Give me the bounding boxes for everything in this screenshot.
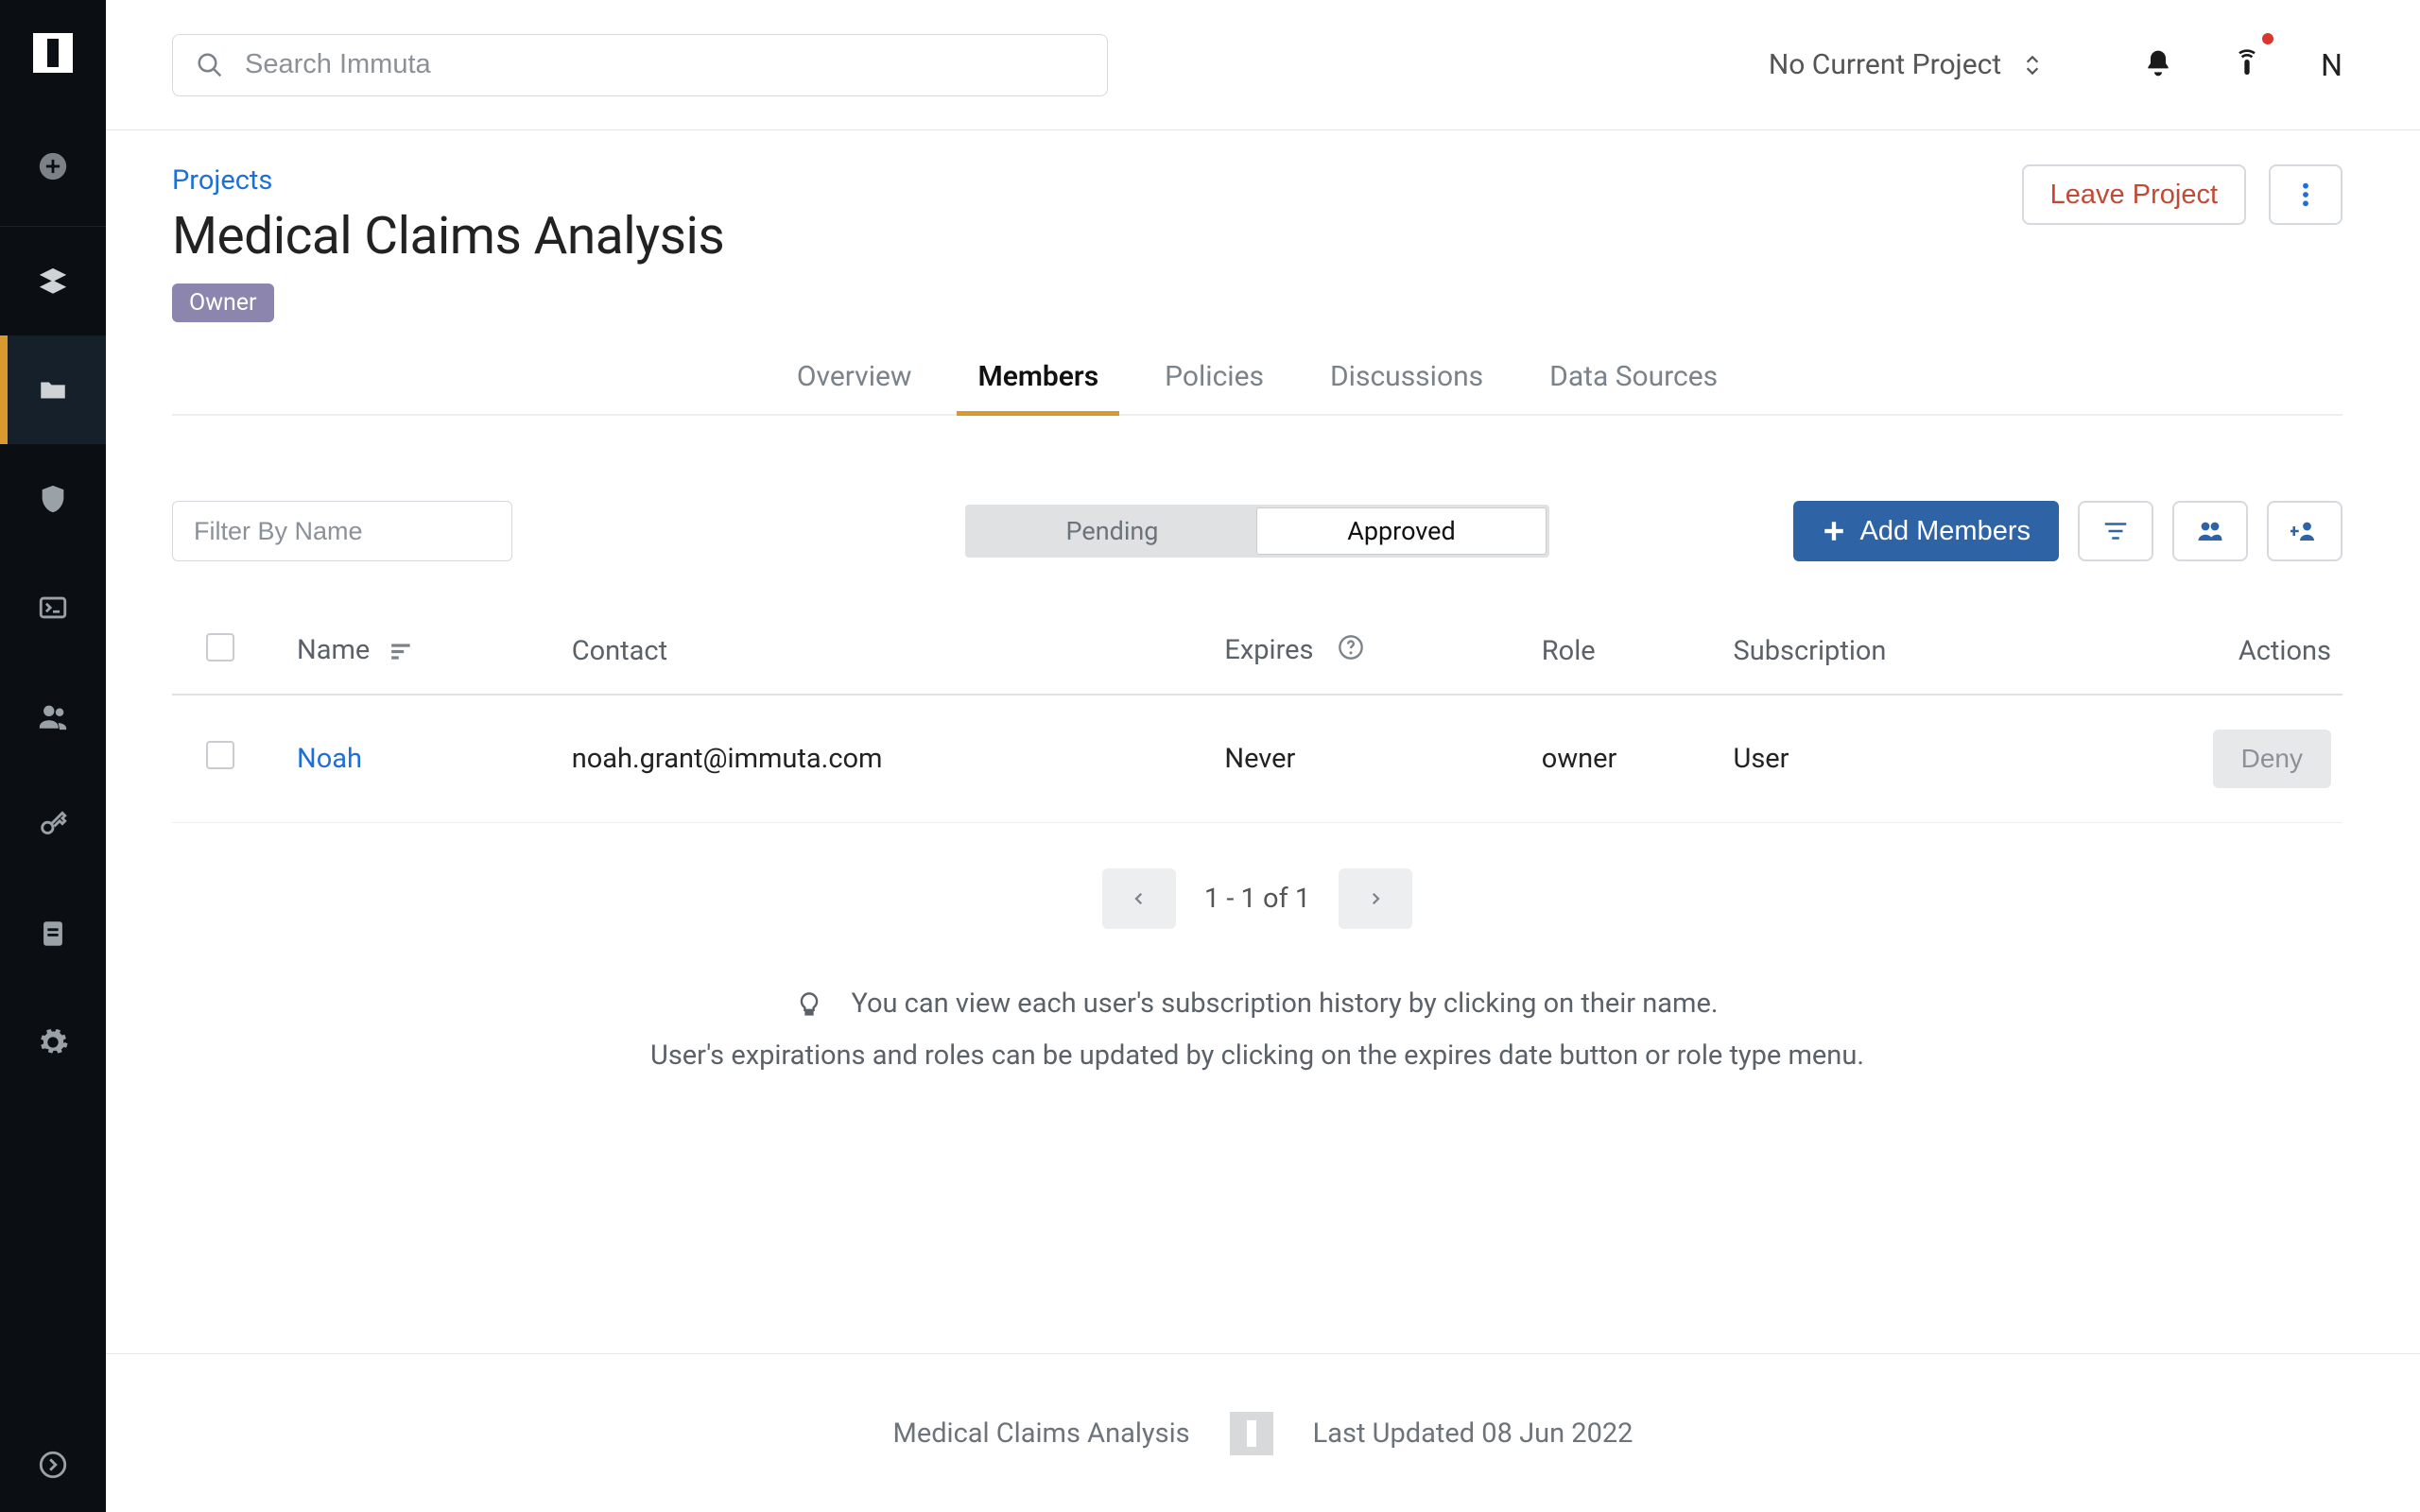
- sidebar-item-people[interactable]: [0, 662, 106, 770]
- table-row: Noah noah.grant@immuta.com Never owner U…: [172, 695, 2342, 823]
- col-role[interactable]: Role: [1542, 635, 1596, 667]
- segment-pending[interactable]: Pending: [968, 507, 1256, 555]
- sidebar-item-console[interactable]: [0, 553, 106, 662]
- terminal-icon: [37, 592, 69, 624]
- folder-icon: [37, 374, 69, 406]
- app-logo[interactable]: [0, 0, 106, 106]
- tab-members[interactable]: Members: [974, 360, 1102, 414]
- breadcrumb-projects[interactable]: Projects: [172, 164, 272, 197]
- col-name[interactable]: Name: [297, 634, 370, 666]
- sidebar-add[interactable]: [0, 106, 106, 227]
- groups-button[interactable]: [2172, 501, 2248, 561]
- tab-discussions[interactable]: Discussions: [1326, 360, 1487, 414]
- chevron-right-icon: [1367, 890, 1384, 907]
- sidebar-item-projects[interactable]: [0, 335, 106, 444]
- notifications-button[interactable]: [2143, 48, 2173, 82]
- unfold-icon: [2020, 53, 2045, 77]
- plus-circle-icon: [37, 150, 69, 182]
- deny-button: Deny: [2213, 730, 2331, 788]
- beacon-icon: [2232, 48, 2262, 78]
- sidebar-item-keys[interactable]: [0, 770, 106, 879]
- col-contact[interactable]: Contact: [572, 635, 667, 667]
- shield-icon: [37, 483, 69, 515]
- sidebar-item-settings[interactable]: [0, 988, 106, 1096]
- tab-data-sources[interactable]: Data Sources: [1546, 360, 1721, 414]
- user-avatar[interactable]: N: [2321, 47, 2342, 83]
- search-input[interactable]: [245, 49, 1084, 80]
- col-expires[interactable]: Expires: [1224, 634, 1313, 666]
- footer-logo: [1230, 1412, 1273, 1455]
- sidebar-item-reports[interactable]: [0, 879, 106, 988]
- row-checkbox[interactable]: [206, 741, 234, 769]
- hint-text: You can view each user's subscription hi…: [172, 978, 2342, 1082]
- search-icon: [196, 51, 224, 79]
- document-icon: [37, 918, 69, 950]
- topbar: No Current Project N: [106, 0, 2420, 130]
- global-search[interactable]: [172, 34, 1108, 96]
- help-beacon-button[interactable]: [2232, 48, 2262, 82]
- leave-project-button[interactable]: Leave Project: [2022, 164, 2246, 225]
- sidebar-item-data[interactable]: [0, 227, 106, 335]
- col-subscription[interactable]: Subscription: [1734, 635, 1887, 667]
- notification-dot: [2262, 33, 2273, 44]
- gear-icon: [37, 1026, 69, 1058]
- add-members-label: Add Members: [1859, 516, 2031, 547]
- more-actions-button[interactable]: [2269, 164, 2342, 225]
- kebab-icon: [2302, 181, 2309, 208]
- sidebar-item-policies[interactable]: [0, 444, 106, 553]
- people-icon: [37, 700, 69, 732]
- people-icon: [2196, 517, 2224, 545]
- member-name-link[interactable]: Noah: [297, 743, 362, 775]
- page-title: Medical Claims Analysis: [172, 206, 2022, 266]
- role-badge: Owner: [172, 284, 274, 322]
- members-table: Name Contact Expires Role Subscription: [106, 561, 2420, 1082]
- filter-icon: [2101, 517, 2130, 545]
- left-sidebar: [0, 0, 106, 1512]
- main-content: No Current Project N Projects Medical Cl…: [106, 0, 2420, 1512]
- filter-by-name-input[interactable]: [172, 501, 512, 561]
- segment-approved[interactable]: Approved: [1256, 507, 1547, 555]
- member-contact: noah.grant@immuta.com: [572, 743, 883, 775]
- footer-updated: Last Updated 08 Jun 2022: [1313, 1418, 1634, 1450]
- page-header: Projects Medical Claims Analysis Owner L…: [106, 130, 2420, 416]
- chevron-left-icon: [1131, 890, 1148, 907]
- select-all-checkbox[interactable]: [206, 633, 234, 662]
- page-prev[interactable]: [1102, 868, 1176, 929]
- arrow-circle-icon: [37, 1449, 69, 1481]
- plus-icon: [1822, 519, 1846, 543]
- pagination: 1 - 1 of 1: [172, 868, 2342, 929]
- filter-button[interactable]: [2078, 501, 2153, 561]
- help-icon[interactable]: [1338, 634, 1364, 668]
- sort-icon: [389, 636, 414, 668]
- project-tabs: Overview Members Policies Discussions Da…: [172, 360, 2342, 416]
- page-next[interactable]: [1339, 868, 1412, 929]
- bell-icon: [2143, 48, 2173, 78]
- footer-project-name: Medical Claims Analysis: [893, 1418, 1190, 1450]
- key-icon: [37, 809, 69, 841]
- add-members-button[interactable]: Add Members: [1793, 501, 2059, 561]
- project-switcher[interactable]: No Current Project: [1769, 48, 2045, 81]
- member-role[interactable]: owner: [1542, 743, 1617, 775]
- sidebar-collapse[interactable]: [0, 1418, 106, 1512]
- status-segmented-control: Pending Approved: [965, 505, 1549, 558]
- tab-overview[interactable]: Overview: [793, 360, 916, 414]
- lightbulb-icon: [796, 991, 822, 1018]
- tab-policies[interactable]: Policies: [1161, 360, 1268, 414]
- current-project-label: No Current Project: [1769, 48, 2001, 81]
- add-group-button[interactable]: [2267, 501, 2342, 561]
- page-status: 1 - 1 of 1: [1204, 883, 1310, 915]
- layers-icon: [37, 266, 69, 298]
- page-footer: Medical Claims Analysis Last Updated 08 …: [106, 1353, 2420, 1512]
- col-actions: Actions: [2238, 635, 2331, 667]
- member-subscription: User: [1734, 743, 1789, 775]
- person-add-icon: [2290, 517, 2319, 545]
- member-expires[interactable]: Never: [1224, 743, 1295, 775]
